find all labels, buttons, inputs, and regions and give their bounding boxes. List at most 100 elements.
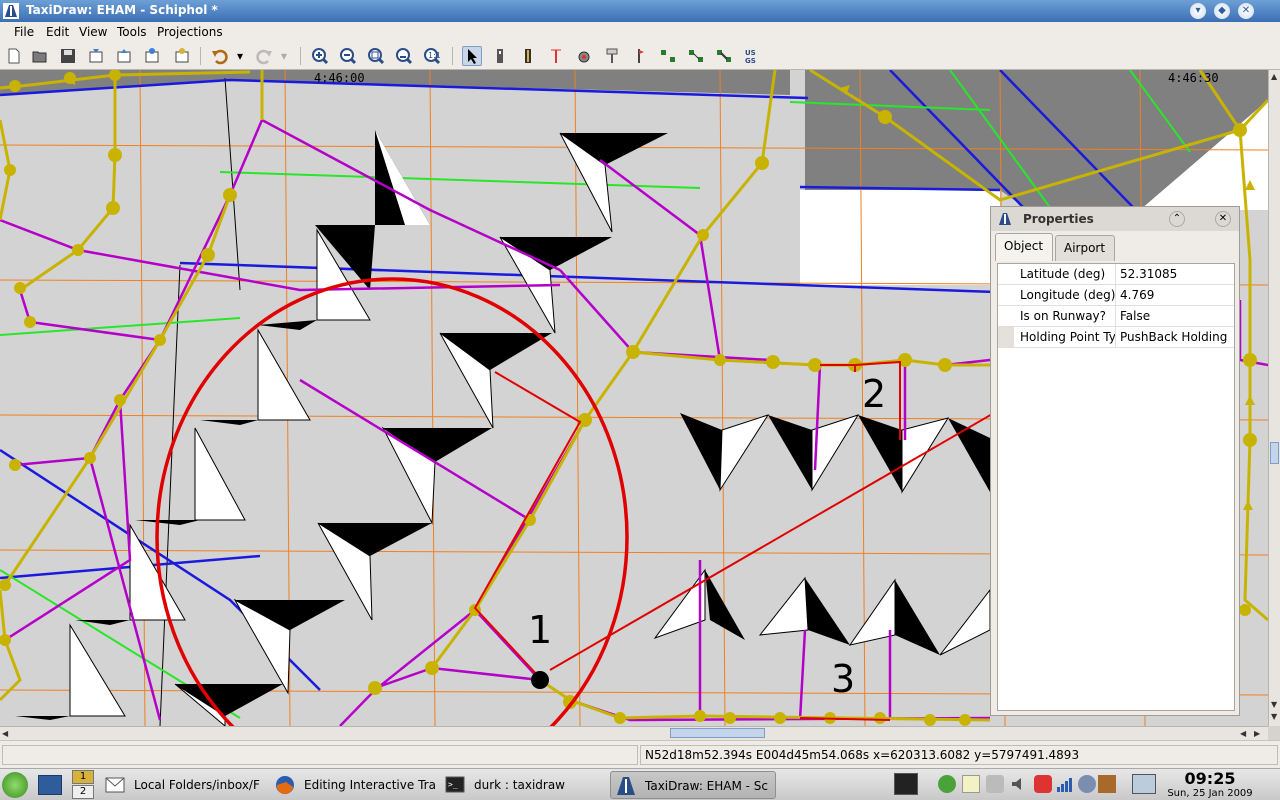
menu-tools[interactable]: Tools xyxy=(117,25,147,39)
property-value[interactable]: False xyxy=(1116,306,1236,327)
undo-icon[interactable] xyxy=(210,46,230,66)
property-key: Latitude (deg) xyxy=(998,264,1116,285)
bluetooth-icon[interactable] xyxy=(1078,775,1096,793)
svg-text:GS: GS xyxy=(745,57,756,65)
task-mail[interactable]: Local Folders/inbox/F xyxy=(100,771,266,799)
terminal-icon: >_ xyxy=(445,776,465,793)
properties-panel: Properties ⌃ ✕ Object Airport Latitude (… xyxy=(990,206,1240,716)
property-value[interactable]: 52.31085 xyxy=(1116,264,1236,285)
zoom-reset-icon[interactable]: 1:1 xyxy=(422,46,442,66)
update-tray-icon[interactable] xyxy=(938,775,956,793)
task-terminal[interactable]: >_ durk : taxidraw xyxy=(440,771,606,799)
kmix-icon[interactable] xyxy=(1034,775,1052,793)
task-label: TaxiDraw: EHAM - Sc xyxy=(645,779,769,793)
scroll-left-2-icon[interactable]: ◀ xyxy=(1240,729,1246,738)
task-firefox[interactable]: Editing Interactive Tra xyxy=(270,771,436,799)
kde-menu-icon[interactable] xyxy=(2,772,28,798)
network-signal-icon[interactable] xyxy=(1056,775,1074,793)
tower-tool-icon[interactable] xyxy=(546,46,566,66)
property-value[interactable]: PushBack Holding xyxy=(1116,327,1236,348)
table-row[interactable]: Longitude (deg) 4.769 xyxy=(998,285,1234,306)
table-row[interactable]: Holding Point Ty PushBack Holding xyxy=(998,327,1234,348)
zoom-out-icon[interactable] xyxy=(338,46,358,66)
link-tool-3-icon[interactable] xyxy=(714,46,734,66)
selected-node[interactable] xyxy=(531,671,549,689)
link-tool-icon[interactable] xyxy=(658,46,678,66)
select-tool-icon[interactable] xyxy=(462,46,482,66)
scroll-left-icon[interactable]: ◀ xyxy=(2,729,8,738)
desktop-icon[interactable] xyxy=(38,775,62,795)
minimize-button[interactable]: ▾ xyxy=(1190,3,1206,19)
label-1: 1 xyxy=(528,608,553,652)
terminal-launcher-icon[interactable] xyxy=(894,773,918,795)
holding-tool-icon[interactable] xyxy=(630,46,650,66)
clock-date: Sun, 25 Jan 2009 xyxy=(1167,788,1253,799)
vertical-scroll-thumb[interactable] xyxy=(1270,442,1279,464)
mail-icon xyxy=(105,777,125,793)
link-tool-2-icon[interactable] xyxy=(686,46,706,66)
time-left: 4:46:00 xyxy=(314,71,365,85)
property-key: Is on Runway? xyxy=(998,306,1116,327)
scroll-down-2-icon[interactable]: ▼ xyxy=(1271,712,1277,721)
pager-desktop-2[interactable]: 2 xyxy=(72,785,94,799)
pager-desktop-1[interactable]: 1 xyxy=(72,770,94,784)
table-row[interactable]: Is on Runway? False xyxy=(998,306,1234,327)
close-icon[interactable]: ✕ xyxy=(1215,211,1231,227)
horizontal-scroll-thumb[interactable] xyxy=(670,728,765,738)
import-icon[interactable] xyxy=(86,46,106,66)
node-tool-icon[interactable] xyxy=(490,46,510,66)
vertical-scrollbar[interactable]: ▲ ▼ ▼ xyxy=(1268,70,1280,726)
maximize-button[interactable]: ◆ xyxy=(1214,3,1230,19)
status-message xyxy=(2,745,638,765)
label-3: 3 xyxy=(831,657,856,701)
scroll-right-icon[interactable]: ▶ xyxy=(1254,729,1260,738)
export-xml-icon[interactable] xyxy=(172,46,192,66)
property-key: Longitude (deg) xyxy=(998,285,1116,306)
undo-dropdown-icon[interactable]: ▾ xyxy=(234,46,246,66)
table-row[interactable]: Latitude (deg) 52.31085 xyxy=(998,264,1234,285)
menu-view[interactable]: View xyxy=(79,25,107,39)
scroll-up-icon[interactable]: ▲ xyxy=(1271,72,1277,81)
redo-dropdown-icon[interactable]: ▾ xyxy=(278,46,290,66)
zoom-selection-icon[interactable] xyxy=(394,46,414,66)
clock[interactable]: 09:25 Sun, 25 Jan 2009 xyxy=(1160,770,1260,800)
export-all-icon[interactable] xyxy=(142,46,162,66)
battery-icon[interactable] xyxy=(1098,775,1116,793)
tab-object[interactable]: Object xyxy=(995,233,1053,261)
tab-airport[interactable]: Airport xyxy=(1055,235,1115,261)
taskbar: 1 2 Local Folders/inbox/F Editing Intera… xyxy=(0,768,1280,800)
save-icon[interactable] xyxy=(58,46,78,66)
show-desktop-icon[interactable] xyxy=(1132,774,1156,794)
clipboard-tray-icon[interactable] xyxy=(962,775,980,793)
close-button[interactable]: ✕ xyxy=(1238,3,1254,19)
open-file-icon[interactable] xyxy=(30,46,50,66)
redo-icon[interactable] xyxy=(254,46,274,66)
firefox-icon xyxy=(276,776,294,795)
annotation xyxy=(155,277,1121,726)
new-file-icon[interactable] xyxy=(4,46,24,66)
removable-device-icon[interactable] xyxy=(986,775,1004,793)
usgs-icon[interactable]: US GS xyxy=(742,46,762,66)
properties-title-bar[interactable]: Properties ⌃ ✕ xyxy=(991,207,1239,231)
task-taxidraw[interactable]: TaxiDraw: EHAM - Sc xyxy=(610,771,776,799)
menu-file[interactable]: File xyxy=(14,25,34,39)
volume-icon[interactable] xyxy=(1010,775,1028,793)
menu-edit[interactable]: Edit xyxy=(46,25,69,39)
sign-tool-icon[interactable] xyxy=(602,46,622,66)
export-icon[interactable] xyxy=(114,46,134,66)
scroll-down-icon[interactable]: ▼ xyxy=(1271,700,1277,709)
collapse-icon[interactable]: ⌃ xyxy=(1169,211,1185,227)
zoom-fit-icon[interactable] xyxy=(366,46,386,66)
menu-projections[interactable]: Projections xyxy=(157,25,223,39)
property-value[interactable]: 4.769 xyxy=(1116,285,1236,306)
runway-tool-icon[interactable] xyxy=(518,46,538,66)
camera-tool-icon[interactable] xyxy=(574,46,594,66)
white-area xyxy=(800,190,1000,285)
taxidraw-app-icon[interactable] xyxy=(3,3,19,19)
svg-text:1:1: 1:1 xyxy=(428,51,441,60)
horizontal-scrollbar[interactable]: ◀ ◀ ▶ xyxy=(0,726,1268,740)
time-right: 4:46:30 xyxy=(1168,71,1219,85)
task-label: Local Folders/inbox/F xyxy=(134,778,260,792)
zoom-in-icon[interactable] xyxy=(310,46,330,66)
title-bar: TaxiDraw: EHAM - Schiphol * ▾ ◆ ✕ xyxy=(0,0,1280,22)
